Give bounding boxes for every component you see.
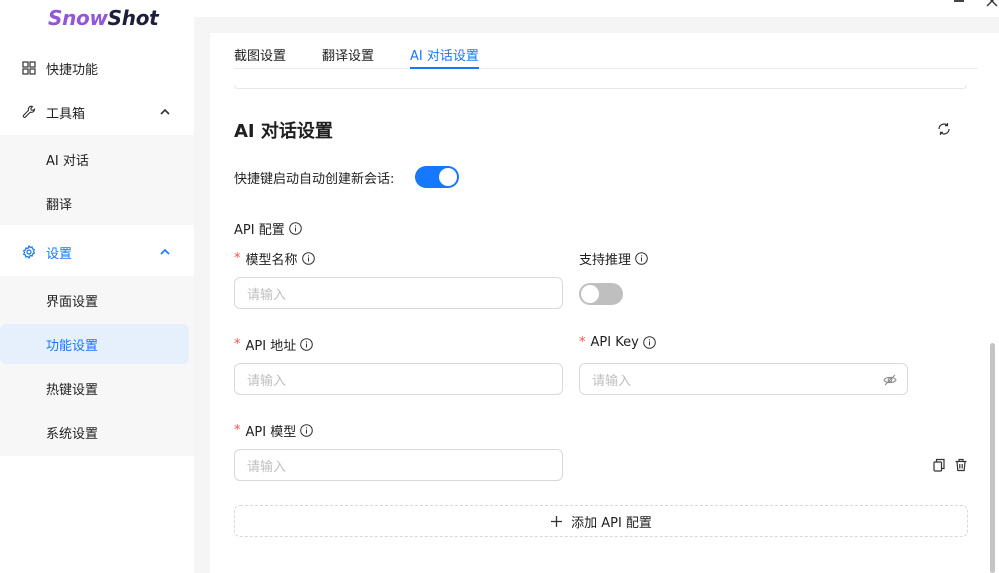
copy-icon[interactable] (932, 458, 946, 472)
tab-translate-settings[interactable]: 翻译设置 (322, 45, 374, 69)
sidebar-item-system-settings[interactable]: 系统设置 (0, 412, 189, 452)
info-icon[interactable] (301, 252, 315, 265)
sidebar-item-label: 翻译 (46, 197, 73, 213)
add-api-config-label: 添加 API 配置 (571, 515, 652, 531)
title-bar (194, 0, 999, 17)
chevron-up-icon (160, 248, 170, 255)
model-name-label: 模型名称 (245, 253, 298, 268)
sidebar-item-hotkey-settings[interactable]: 热键设置 (0, 368, 189, 408)
previous-section-edge (234, 85, 967, 89)
api-address-placeholder: 请输入 (247, 373, 287, 389)
toolbox-submenu: AI 对话 翻译 (0, 135, 194, 225)
sidebar-item-label: AI 对话 (46, 153, 89, 169)
delete-icon[interactable] (954, 458, 968, 472)
info-icon[interactable] (642, 336, 656, 349)
minimize-button[interactable] (954, 0, 964, 2)
scrollbar[interactable] (990, 343, 995, 573)
required-mark: * (234, 251, 241, 266)
toggle-knob (581, 285, 599, 303)
plus-icon (551, 515, 563, 527)
settings-card: 截图设置 翻译设置 AI 对话设置 AI 对话设置 快捷键启动自动创建新会话: … (210, 33, 999, 573)
api-key-label-row: * API Key (579, 335, 656, 350)
support-reasoning-toggle[interactable] (579, 283, 623, 305)
sidebar: SnowShot 快捷功能 工具箱 AI 对话 翻译 设置 界面设置 功能设置 … (0, 0, 194, 573)
info-icon[interactable] (300, 424, 314, 437)
model-name-input[interactable]: 请输入 (234, 277, 563, 309)
api-model-placeholder: 请输入 (247, 459, 287, 475)
api-address-label-row: * API 地址 (234, 335, 314, 354)
gear-icon (22, 245, 36, 259)
shortcut-new-chat-toggle[interactable] (415, 166, 459, 188)
sidebar-item-label: 系统设置 (46, 426, 99, 442)
api-key-input[interactable]: 请输入 (579, 363, 908, 395)
close-icon[interactable] (985, 0, 999, 8)
tab-ai-chat-settings[interactable]: AI 对话设置 (410, 45, 479, 69)
required-mark: * (234, 423, 241, 438)
api-address-input[interactable]: 请输入 (234, 363, 563, 395)
api-model-input[interactable]: 请输入 (234, 449, 563, 481)
eye-invisible-icon[interactable] (883, 373, 897, 387)
api-config-label-row: API 配置 (234, 219, 302, 238)
wrench-icon (22, 105, 36, 118)
section-title: AI 对话设置 (234, 121, 333, 142)
sidebar-item-label: 热键设置 (46, 382, 99, 398)
api-key-placeholder: 请输入 (592, 373, 632, 389)
support-reasoning-label: 支持推理 (579, 253, 632, 268)
api-model-label: API 模型 (245, 425, 297, 440)
support-reasoning-label-row: 支持推理 (579, 249, 648, 268)
required-mark: * (234, 337, 241, 352)
info-icon[interactable] (300, 338, 314, 351)
settings-submenu: 界面设置 功能设置 热键设置 系统设置 (0, 276, 194, 456)
sidebar-item-settings[interactable]: 设置 (0, 230, 194, 274)
info-icon[interactable] (288, 222, 302, 235)
logo-part2: Shot (107, 6, 159, 30)
api-key-label: API Key (590, 335, 639, 350)
sidebar-item-label: 快捷功能 (46, 62, 99, 78)
required-mark: * (579, 335, 586, 350)
model-name-placeholder: 请输入 (247, 287, 287, 303)
chevron-up-icon (160, 108, 170, 115)
reset-icon[interactable] (937, 122, 951, 136)
sidebar-item-quick-functions[interactable]: 快捷功能 (0, 46, 194, 90)
sidebar-item-toolbox[interactable]: 工具箱 (0, 90, 194, 134)
sidebar-item-label: 设置 (46, 246, 73, 262)
api-address-label: API 地址 (245, 339, 297, 354)
logo-part1: Snow (48, 6, 108, 30)
grid-icon (22, 61, 36, 75)
sidebar-item-translate[interactable]: 翻译 (0, 183, 189, 223)
sidebar-item-label: 界面设置 (46, 294, 99, 310)
sidebar-item-ai-chat[interactable]: AI 对话 (0, 139, 189, 179)
tab-screenshot-settings[interactable]: 截图设置 (234, 45, 286, 69)
sidebar-item-function-settings[interactable]: 功能设置 (0, 324, 189, 364)
toggle-knob (439, 168, 457, 186)
sidebar-item-ui-settings[interactable]: 界面设置 (0, 280, 189, 320)
sidebar-item-label: 功能设置 (46, 338, 99, 354)
model-name-label-row: * 模型名称 (234, 249, 315, 268)
shortcut-new-chat-label: 快捷键启动自动创建新会话: (234, 172, 395, 187)
info-icon[interactable] (635, 252, 648, 265)
app-logo: SnowShot (48, 6, 159, 30)
sidebar-item-label: 工具箱 (46, 106, 86, 122)
add-api-config-button[interactable]: 添加 API 配置 (234, 505, 968, 537)
api-model-label-row: * API 模型 (234, 421, 314, 440)
settings-tabs: 截图设置 翻译设置 AI 对话设置 (234, 33, 978, 69)
api-config-label: API 配置 (234, 223, 285, 238)
